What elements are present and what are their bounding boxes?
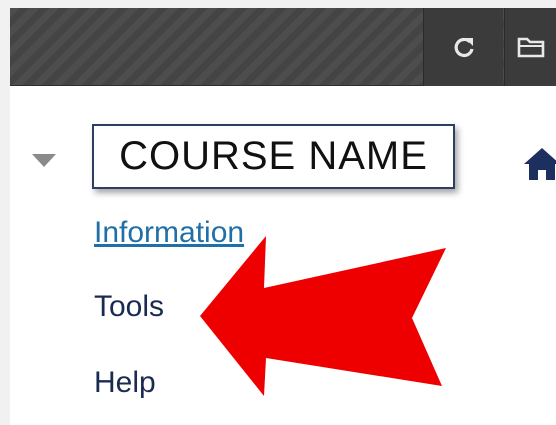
screenshot-frame: COURSE NAME Information Tools Help [0, 0, 556, 425]
home-icon[interactable] [524, 146, 556, 182]
refresh-button[interactable] [423, 8, 503, 86]
refresh-icon [454, 37, 474, 58]
triangle-down-icon[interactable] [32, 154, 56, 168]
red-arrow-annotation [200, 236, 446, 396]
course-page: COURSE NAME Information Tools Help [10, 8, 556, 425]
menu-item-help[interactable]: Help [94, 366, 156, 400]
folder-button[interactable] [504, 8, 556, 86]
menu-item-information[interactable]: Information [94, 216, 244, 250]
menu-item-tools[interactable]: Tools [94, 290, 164, 324]
course-name-button[interactable]: COURSE NAME [92, 124, 455, 189]
folder-icon [517, 37, 544, 58]
top-toolbar [10, 8, 556, 86]
course-name-label: COURSE NAME [119, 134, 428, 178]
